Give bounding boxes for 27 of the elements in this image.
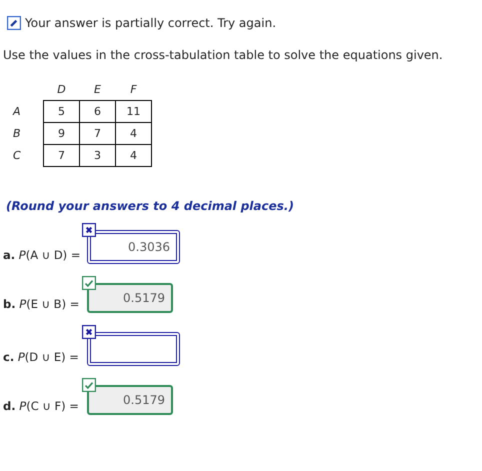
table-cell: 7 [44, 144, 80, 166]
answer-field[interactable]: 0.5179 [87, 385, 173, 415]
table-cell: 9 [44, 122, 80, 144]
row-header: C [7, 144, 44, 166]
answer-field[interactable] [87, 332, 180, 366]
column-header: F [116, 78, 152, 100]
table-cell: 11 [116, 100, 152, 122]
answer-field[interactable]: 0.3036 [87, 230, 180, 264]
row-header: B [7, 122, 44, 144]
table-cell: 4 [116, 144, 152, 166]
rounding-note: (Round your answers to 4 decimal places.) [6, 199, 295, 213]
column-header: E [80, 78, 116, 100]
table-cell: 3 [80, 144, 116, 166]
question-label: a. P(A ∪ D) = [3, 248, 82, 264]
column-header: D [44, 78, 80, 100]
question-label: c. P(D ∪ E) = [3, 350, 80, 366]
table-cell: 6 [80, 100, 116, 122]
pencil-icon [7, 16, 21, 30]
question-label: d. P(C ∪ F) = [3, 399, 80, 415]
question-label: b. P(E ∪ B) = [3, 297, 80, 313]
table-cell: 4 [116, 122, 152, 144]
row-header: A [7, 100, 44, 122]
instructions-text: Use the values in the cross-tabulation table to solve the equations given. [3, 48, 444, 62]
feedback-text: Your answer is partially correct. Try again. [25, 16, 276, 30]
table-cell: 7 [80, 122, 116, 144]
table-cell: 5 [44, 100, 80, 122]
answer-field[interactable]: 0.5179 [87, 283, 173, 313]
